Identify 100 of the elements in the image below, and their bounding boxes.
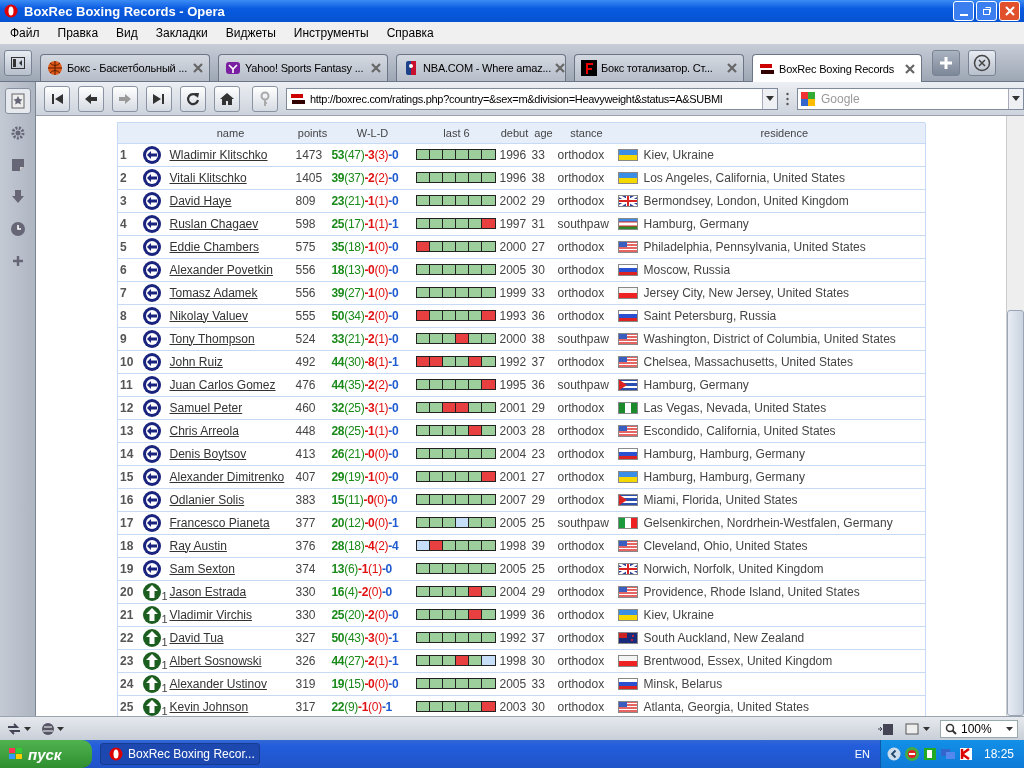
boxer-link[interactable]: Samuel Peter <box>169 400 243 415</box>
flag-icon <box>617 539 638 552</box>
residence-text: Moscow, Russia <box>643 262 731 277</box>
bookmark-icon <box>9 93 26 109</box>
menu-item[interactable]: Вид <box>108 26 148 40</box>
browser-tab[interactable]: NBA.COM - Where amaz... <box>396 53 566 81</box>
dropdown-button[interactable] <box>1008 88 1023 109</box>
minimize-button[interactable] <box>953 1 974 21</box>
age-value: 37 <box>531 630 545 645</box>
toolbar-button[interactable] <box>214 85 240 112</box>
stop-icon[interactable] <box>903 746 920 762</box>
boxer-link[interactable]: Nikolay Valuev <box>169 308 248 323</box>
close-icon[interactable] <box>727 62 737 73</box>
boxer-link[interactable]: David Tua <box>169 630 224 645</box>
scrollbar[interactable] <box>1006 116 1024 716</box>
tray-app-icon[interactable] <box>922 747 937 761</box>
search-field[interactable]: Google <box>797 87 1024 110</box>
plus-icon <box>939 55 953 70</box>
age-value: 25 <box>531 515 545 530</box>
close-icon[interactable] <box>905 64 915 74</box>
residence-text: Escondido, California, United States <box>643 423 836 438</box>
closed-tabs-button[interactable] <box>968 49 996 76</box>
debut-year: 1999 <box>499 285 527 300</box>
menu-item[interactable]: Инструменты <box>285 26 379 40</box>
toolbar-button[interactable] <box>44 85 70 112</box>
residence-text: Gelsenkirchen, Nordrhein-Westfalen, Germany <box>643 515 893 530</box>
search-input[interactable]: Google <box>819 90 1004 107</box>
record-text: 44(35)-2(2)-0 <box>331 377 399 392</box>
browser-tab[interactable]: Бокс тотализатор. Ст... <box>574 53 744 81</box>
address-field[interactable]: http://boxrec.com/ratings.php?country=&sex=m&division=Heavyweight&status=A&SUBMI <box>286 87 778 110</box>
zoom-control[interactable]: 100% <box>940 719 1018 738</box>
boxer-link[interactable]: Albert Sosnowski <box>169 653 262 668</box>
toolbar-button[interactable] <box>146 85 172 112</box>
boxer-link[interactable]: Kevin Johnson <box>169 699 249 714</box>
boxer-link[interactable]: Ruslan Chagaev <box>169 216 259 231</box>
status-button[interactable] <box>41 721 64 736</box>
toolbar-button[interactable] <box>180 85 206 112</box>
new-tab-button[interactable] <box>932 49 960 76</box>
boxer-link[interactable]: Eddie Chambers <box>169 239 259 254</box>
boxer-link[interactable]: Vitali Klitschko <box>169 170 247 185</box>
rank-number: 14 <box>120 446 134 461</box>
browser-tab[interactable]: Yahoo! Sports Fantasy ... <box>218 53 388 81</box>
boxrec-logo-icon <box>759 62 775 76</box>
column-header: residence <box>760 126 809 139</box>
minimize-icon <box>959 14 968 16</box>
grip-icon <box>786 91 789 106</box>
boxer-link[interactable]: Juan Carlos Gomez <box>169 377 276 392</box>
status-button[interactable] <box>6 721 31 736</box>
boxer-link[interactable]: Tomasz Adamek <box>169 285 258 300</box>
taskbar-button[interactable]: BoxRec Boxing Recor... <box>100 743 260 765</box>
boxer-link[interactable]: Francesco Pianeta <box>169 515 270 530</box>
rank-number: 12 <box>120 400 134 415</box>
menu-item[interactable]: Правка <box>49 26 109 40</box>
flag-icon <box>617 240 638 253</box>
google-icon <box>801 91 815 106</box>
antivirus-icon[interactable] <box>958 747 973 761</box>
close-button[interactable] <box>999 1 1020 21</box>
boxer-link[interactable]: Sam Sexton <box>169 561 235 576</box>
boxer-link[interactable]: Ray Austin <box>169 538 227 553</box>
close-icon[interactable] <box>371 62 381 73</box>
boxer-link[interactable]: Jason Estrada <box>169 584 247 599</box>
boxer-link[interactable]: David Haye <box>169 193 232 208</box>
column-header: W-L-D <box>356 126 389 139</box>
browser-tab[interactable]: Бокс - Баскетбольный ... <box>40 53 210 81</box>
scrollbar-thumb[interactable] <box>1007 310 1024 716</box>
menu-item[interactable]: Виджеты <box>217 26 286 40</box>
boxer-link[interactable]: Alexander Dimitrenko <box>169 469 285 484</box>
debut-year: 1998 <box>499 653 527 668</box>
age-value: 31 <box>531 216 545 231</box>
residence-text: Hamburg, Germany <box>643 216 749 231</box>
close-icon[interactable] <box>555 62 566 73</box>
status-button[interactable] <box>905 721 930 736</box>
boxer-link[interactable]: Vladimir Virchis <box>169 607 252 622</box>
sidebar-button[interactable] <box>4 88 31 114</box>
boxer-link[interactable]: Chris Arreola <box>169 423 239 438</box>
dropdown-button[interactable] <box>762 88 777 109</box>
boxer-link[interactable]: Odlanier Solis <box>169 492 245 507</box>
rank-number: 20 <box>120 584 134 599</box>
flag-icon <box>617 309 638 322</box>
toolbar-button[interactable] <box>78 85 104 112</box>
boxer-link[interactable]: Alexander Povetkin <box>169 262 273 277</box>
boxer-link[interactable]: John Ruiz <box>169 354 223 369</box>
menu-item[interactable]: Справка <box>378 26 444 40</box>
rank-number: 18 <box>120 538 134 553</box>
boxer-link[interactable]: Denis Boytsov <box>169 446 247 461</box>
panel-toggle-button[interactable] <box>4 49 32 76</box>
menu-item[interactable]: Файл <box>2 26 50 40</box>
age-value: 30 <box>531 653 545 668</box>
boxer-link[interactable]: Alexander Ustinov <box>169 676 267 691</box>
browser-tab[interactable]: BoxRec Boxing Records <box>752 53 922 84</box>
points-value: 460 <box>295 400 316 415</box>
boxer-link[interactable]: Wladimir Klitschko <box>169 147 268 162</box>
close-icon[interactable] <box>193 62 203 73</box>
record-text: 28(25)-1(1)-0 <box>331 423 399 438</box>
menu-item[interactable]: Закладки <box>147 26 218 40</box>
rank-number: 4 <box>120 216 127 231</box>
restore-button[interactable] <box>976 1 997 21</box>
chevron-icon[interactable] <box>886 747 901 761</box>
boxer-link[interactable]: Tony Thompson <box>169 331 255 346</box>
language-indicator[interactable]: EN <box>854 748 870 760</box>
